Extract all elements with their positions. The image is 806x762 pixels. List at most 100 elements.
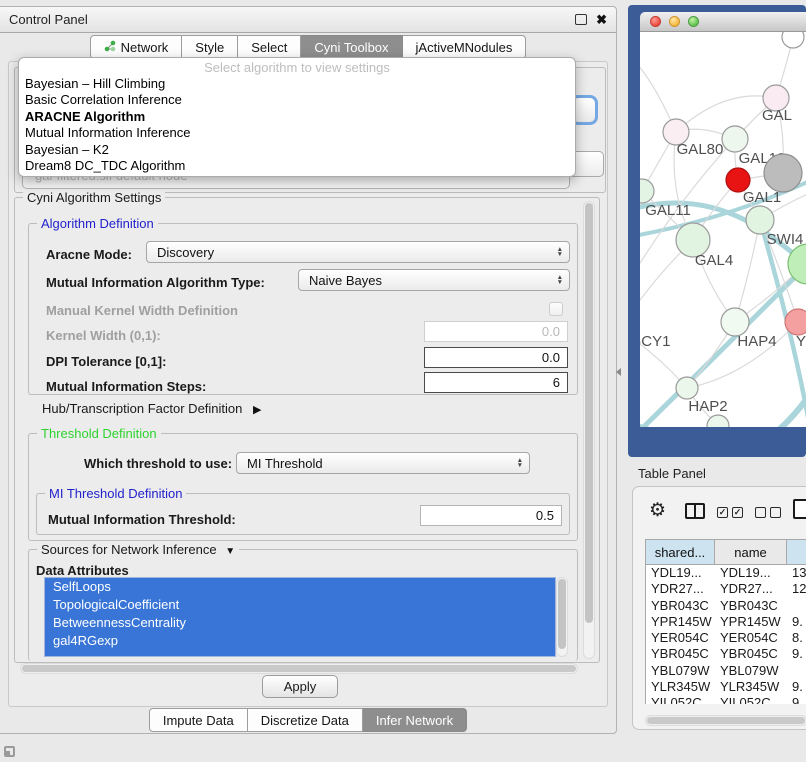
table-row[interactable]: YBR045C YBR045C 9. bbox=[646, 646, 806, 662]
mi-threshold-field[interactable]: 0.5 bbox=[420, 505, 562, 526]
algorithm-option[interactable]: Dream8 DC_TDC Algorithm bbox=[19, 158, 575, 174]
cell-value[interactable] bbox=[787, 598, 806, 614]
column-header-name[interactable]: name bbox=[715, 540, 787, 564]
settings-hscrollbar[interactable] bbox=[20, 663, 578, 674]
cell-value[interactable]: 9. bbox=[787, 646, 806, 662]
checked-box-icon[interactable]: ✓ bbox=[732, 507, 743, 518]
column-header-extra[interactable] bbox=[787, 540, 806, 564]
cell-shared-name[interactable]: YER054C bbox=[646, 630, 715, 646]
cell-value[interactable]: 9. bbox=[787, 679, 806, 695]
split-pane-icon[interactable] bbox=[685, 503, 705, 519]
attributes-scrollbar[interactable] bbox=[556, 577, 568, 657]
attribute-item[interactable]: BetweennessCentrality bbox=[45, 614, 555, 632]
aracne-mode-combo[interactable]: Discovery ▲▼ bbox=[146, 241, 570, 263]
network-edge[interactable] bbox=[735, 387, 806, 427]
cell-name[interactable]: YER054C bbox=[715, 630, 787, 646]
network-window-titlebar[interactable] bbox=[640, 12, 806, 32]
network-node-hap2[interactable] bbox=[676, 377, 698, 399]
page-icon[interactable] bbox=[793, 499, 806, 519]
algorithm-option[interactable]: Bayesian – Hill Climbing bbox=[19, 76, 575, 92]
cell-value[interactable] bbox=[787, 663, 806, 679]
table-row[interactable]: YBR043C YBR043C bbox=[646, 598, 806, 614]
attribute-item[interactable]: gal4RGexp bbox=[45, 632, 555, 650]
tab-cyni-toolbox[interactable]: Cyni Toolbox bbox=[301, 35, 402, 59]
dpi-tolerance-field[interactable]: 0.0 bbox=[424, 347, 568, 368]
tab-jactivemnodules[interactable]: jActiveMNodules bbox=[403, 35, 527, 59]
tab-network[interactable]: Network bbox=[90, 35, 183, 59]
apply-button[interactable]: Apply bbox=[262, 675, 338, 698]
network-node-y[interactable] bbox=[785, 309, 806, 335]
algorithm-option[interactable]: ARACNE Algorithm bbox=[19, 109, 575, 125]
tab-infer-network[interactable]: Infer Network bbox=[363, 708, 467, 732]
network-node-swi4[interactable] bbox=[746, 206, 774, 234]
mac-zoom-icon[interactable] bbox=[688, 16, 699, 27]
cell-shared-name[interactable]: YBR045C bbox=[646, 646, 715, 662]
panel-dock-icon[interactable] bbox=[4, 746, 15, 757]
network-graph[interactable]: GALGAL80GAL10GAL1SWI4GAL11GAL4GCY1HAP4YH… bbox=[640, 32, 806, 427]
cell-shared-name[interactable]: YLR345W bbox=[646, 679, 715, 695]
cell-name[interactable]: YBR043C bbox=[715, 598, 787, 614]
cell-shared-name[interactable]: YBL079W bbox=[646, 663, 715, 679]
scrollbar-thumb[interactable] bbox=[585, 203, 593, 623]
cell-name[interactable]: YIL052C bbox=[715, 695, 787, 704]
network-node-gal10[interactable] bbox=[722, 126, 748, 152]
attribute-item[interactable]: TopologicalCoefficient bbox=[45, 596, 555, 614]
gear-icon[interactable]: ⚙ bbox=[649, 501, 666, 520]
network-node-gal11[interactable] bbox=[640, 179, 654, 203]
tab-impute-data[interactable]: Impute Data bbox=[149, 708, 248, 732]
cell-shared-name[interactable]: YPR145W bbox=[646, 614, 715, 630]
unchecked-box-icon[interactable] bbox=[755, 507, 766, 518]
data-attributes-list[interactable]: SelfLoops TopologicalCoefficient Between… bbox=[44, 577, 556, 657]
table-row[interactable]: YDR27... YDR27... 12 bbox=[646, 581, 806, 597]
cell-value[interactable]: 9. bbox=[787, 614, 806, 630]
cell-value[interactable]: 13 bbox=[787, 565, 806, 581]
table-row[interactable]: YER054C YER054C 8. bbox=[646, 630, 806, 646]
table-hscrollbar[interactable] bbox=[645, 715, 806, 726]
cell-name[interactable]: YDR27... bbox=[715, 581, 787, 597]
hub-definition-expander[interactable]: Hub/Transcription Factor Definition ▶ bbox=[42, 401, 261, 416]
network-edge[interactable] bbox=[676, 96, 776, 132]
cell-shared-name[interactable]: YBR043C bbox=[646, 598, 715, 614]
kernel-width-field[interactable]: 0.0 bbox=[424, 321, 568, 342]
algorithm-option[interactable]: Mutual Information Inference bbox=[19, 125, 575, 141]
table-row[interactable]: YDL19... YDL19... 13 bbox=[646, 565, 806, 581]
table-row[interactable]: YLR345W YLR345W 9. bbox=[646, 679, 806, 695]
table-row[interactable]: YBL079W YBL079W bbox=[646, 663, 806, 679]
manual-kernel-checkbox[interactable] bbox=[549, 302, 563, 316]
network-node-hap4[interactable] bbox=[721, 308, 749, 336]
table-row[interactable]: YIL052C YIL052C 9 bbox=[646, 695, 806, 704]
cell-name[interactable]: YBL079W bbox=[715, 663, 787, 679]
tab-discretize-data[interactable]: Discretize Data bbox=[248, 708, 363, 732]
mac-close-icon[interactable] bbox=[650, 16, 661, 27]
mi-type-combo[interactable]: Naive Bayes ▲▼ bbox=[298, 269, 570, 291]
cell-name[interactable]: YDL19... bbox=[715, 565, 787, 581]
cell-shared-name[interactable]: YIL052C bbox=[646, 695, 715, 704]
algorithm-option[interactable]: Basic Correlation Inference bbox=[19, 92, 575, 108]
mi-steps-field[interactable]: 6 bbox=[424, 372, 568, 393]
unchecked-box-icon[interactable] bbox=[770, 507, 781, 518]
scrollbar-thumb[interactable] bbox=[647, 717, 805, 724]
cell-name[interactable]: YLR345W bbox=[715, 679, 787, 695]
cell-value[interactable]: 8. bbox=[787, 630, 806, 646]
cell-value[interactable]: 9 bbox=[787, 695, 806, 704]
cell-shared-name[interactable]: YDL19... bbox=[646, 565, 715, 581]
column-header-shared[interactable]: shared... bbox=[646, 540, 715, 564]
close-icon[interactable]: ✖ bbox=[596, 14, 607, 26]
which-threshold-combo[interactable]: MI Threshold ▲▼ bbox=[236, 452, 530, 474]
cell-name[interactable]: YPR145W bbox=[715, 614, 787, 630]
cell-value[interactable]: 12 bbox=[787, 581, 806, 597]
scrollbar-thumb[interactable] bbox=[22, 665, 576, 672]
collapse-down-arrow-icon[interactable]: ▼ bbox=[225, 546, 235, 557]
settings-scrollbar[interactable] bbox=[583, 201, 595, 659]
control-panel-titlebar[interactable]: Control Panel ✖ bbox=[0, 7, 616, 33]
mac-minimize-icon[interactable] bbox=[669, 16, 680, 27]
algorithm-option[interactable]: Bayesian – K2 bbox=[19, 142, 575, 158]
cell-name[interactable]: YBR045C bbox=[715, 646, 787, 662]
cell-shared-name[interactable]: YDR27... bbox=[646, 581, 715, 597]
scrollbar-thumb[interactable] bbox=[558, 579, 566, 649]
attribute-item[interactable]: SelfLoops bbox=[45, 578, 555, 596]
network-canvas[interactable]: GALGAL80GAL10GAL1SWI4GAL11GAL4GCY1HAP4YH… bbox=[640, 32, 806, 427]
tab-style[interactable]: Style bbox=[182, 35, 238, 59]
table-row[interactable]: YPR145W YPR145W 9. bbox=[646, 614, 806, 630]
tab-select[interactable]: Select bbox=[238, 35, 301, 59]
